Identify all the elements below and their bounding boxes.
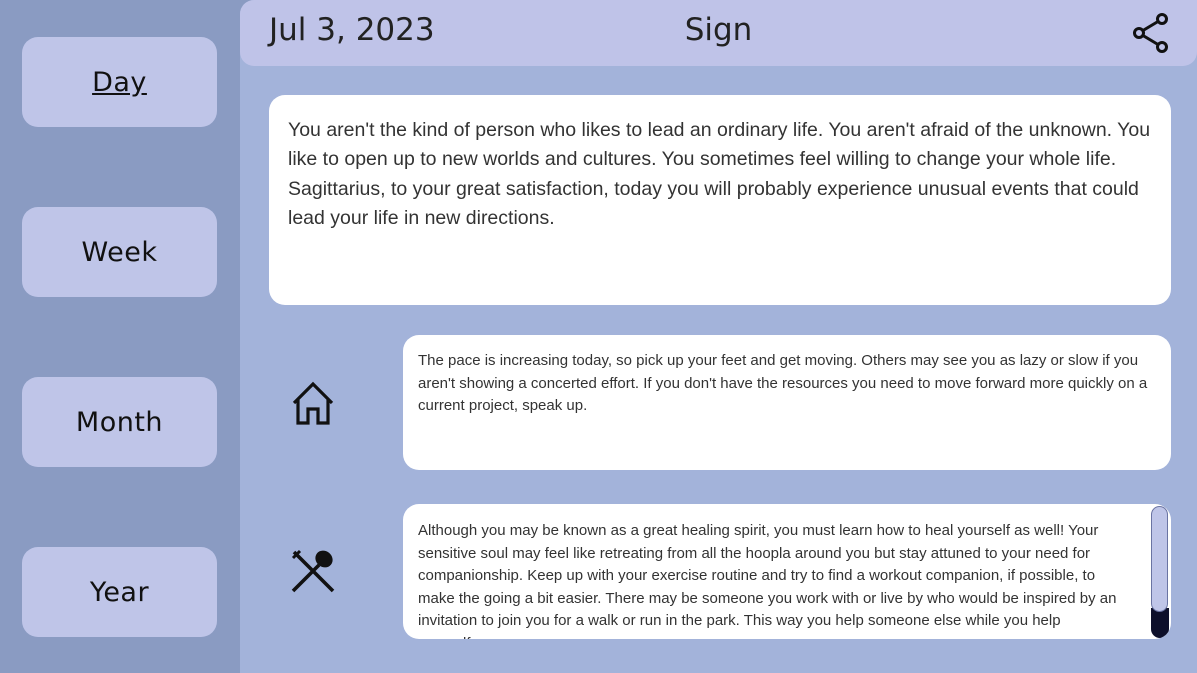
fork-spoon-icon (290, 548, 336, 594)
food-section-card: Although you may be known as a great hea… (403, 504, 1171, 639)
share-icon[interactable] (1131, 12, 1171, 54)
home-icon (290, 380, 336, 426)
main-panel: Jul 3, 2023 Sign You aren't the kind of … (240, 0, 1197, 673)
home-section-card: The pace is increasing today, so pick up… (403, 335, 1171, 470)
sidebar: Day Week Month Year (0, 0, 240, 673)
home-section-text: The pace is increasing today, so pick up… (418, 352, 1148, 415)
nav-year-label: Year (89, 576, 150, 608)
nav-week-label: Week (81, 236, 158, 268)
scrollbar-thumb[interactable] (1151, 506, 1168, 612)
nav-month-label: Month (75, 406, 164, 438)
nav-day-button[interactable]: Day (22, 37, 217, 127)
scrollbar-track-end (1151, 608, 1169, 638)
nav-month-button[interactable]: Month (22, 377, 217, 467)
food-section-text: Although you may be known as a great hea… (418, 522, 1117, 639)
horoscope-main-text: You aren't the kind of person who likes … (288, 119, 1151, 229)
nav-year-button[interactable]: Year (22, 547, 217, 637)
header-bar: Jul 3, 2023 Sign (240, 0, 1197, 66)
nav-week-button[interactable]: Week (22, 207, 217, 297)
food-section-scrollbar[interactable] (1149, 504, 1171, 639)
date-label: Jul 3, 2023 (269, 12, 435, 48)
nav-day-label: Day (92, 66, 147, 98)
horoscope-main-card: You aren't the kind of person who likes … (269, 95, 1171, 305)
